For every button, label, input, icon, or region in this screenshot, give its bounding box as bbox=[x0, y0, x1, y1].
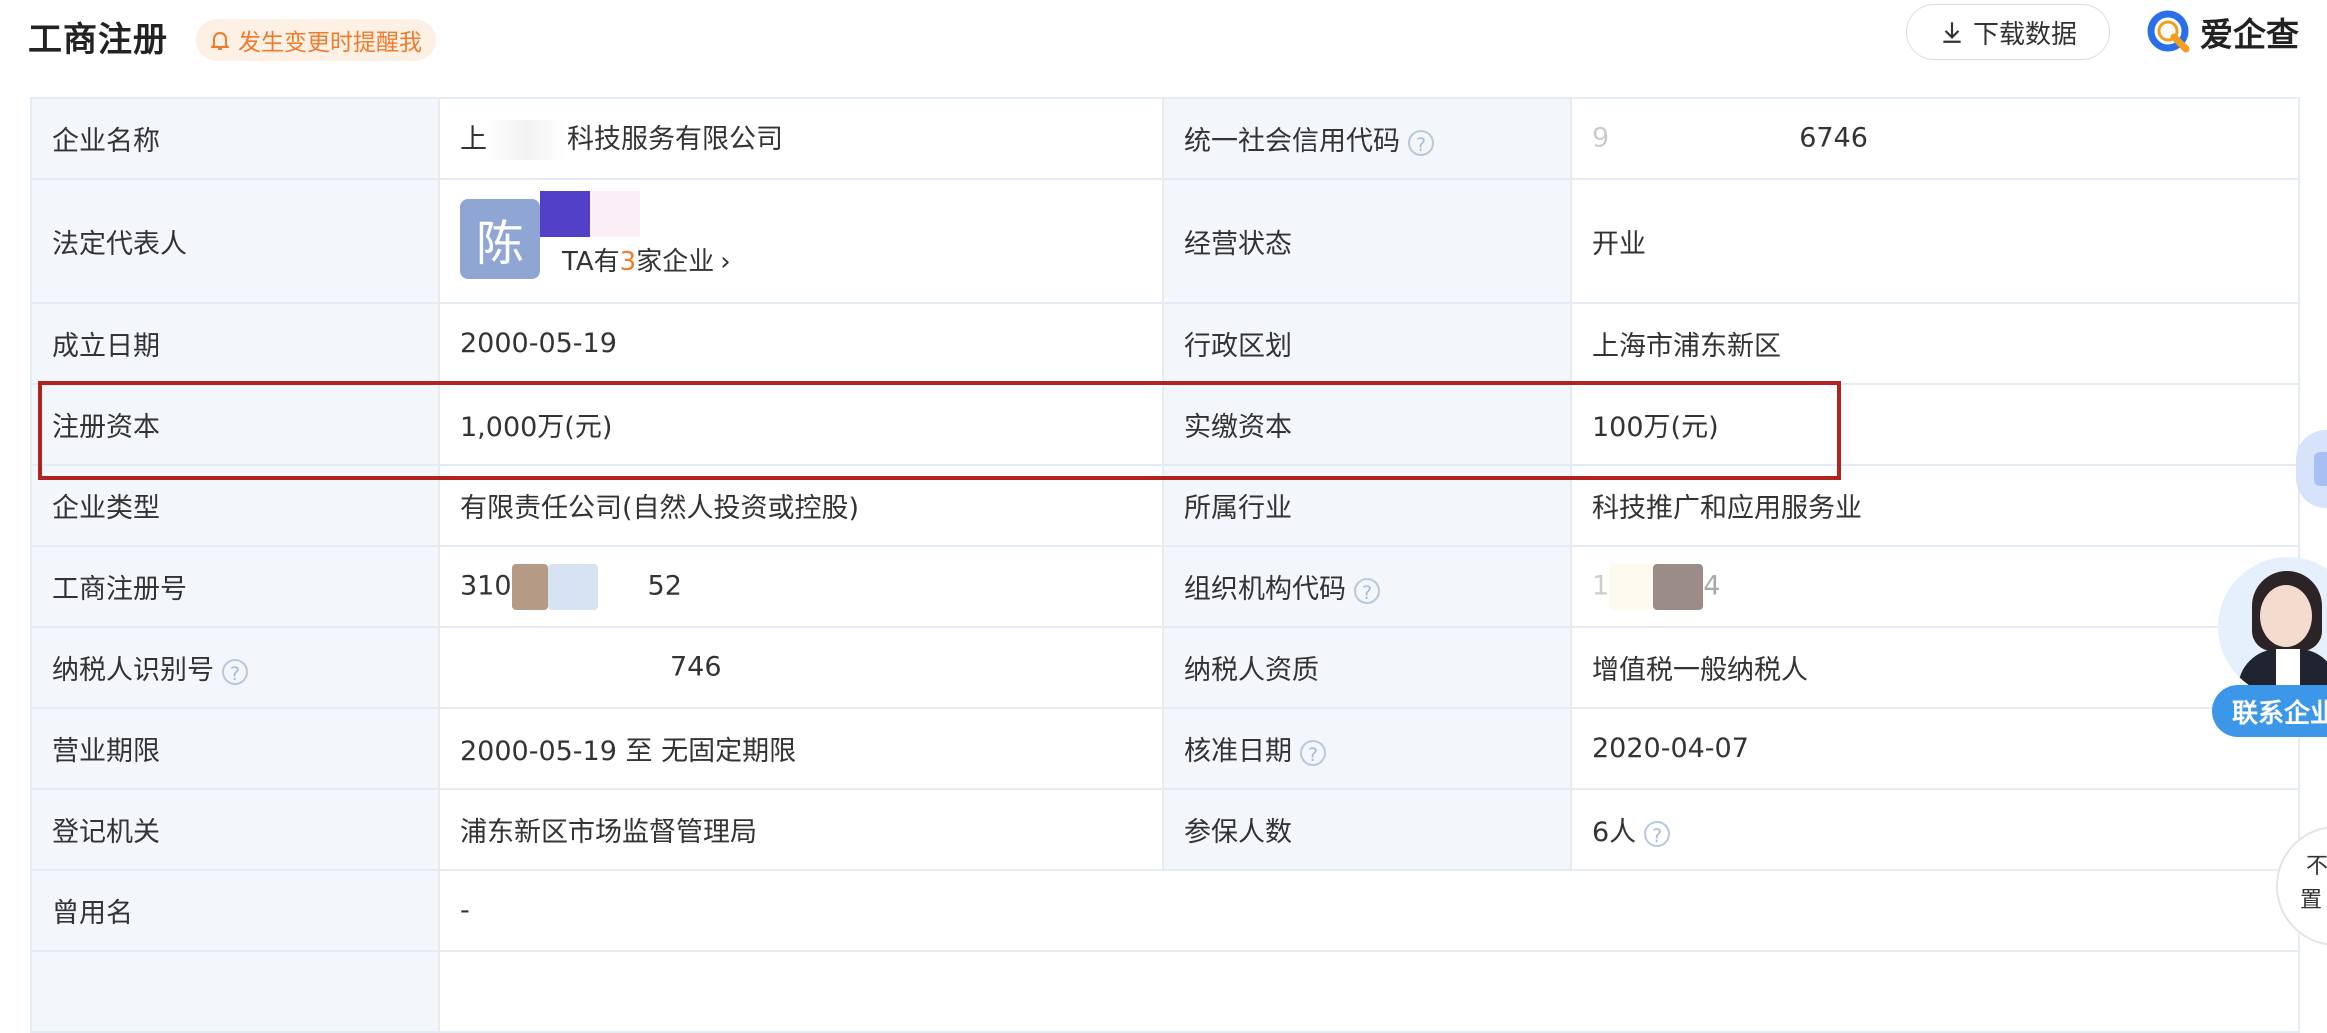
company-name-suffix: 科技服务有限公司 bbox=[567, 123, 783, 155]
approval-date-label-text: 核准日期 bbox=[1184, 736, 1292, 767]
capital-highlight-box bbox=[38, 381, 1841, 480]
help-icon[interactable]: ? bbox=[1354, 577, 1380, 604]
value-insured-count: 6人? bbox=[1570, 788, 2300, 871]
label-registration-number: 工商注册号 bbox=[30, 545, 440, 628]
redacted-text bbox=[547, 563, 598, 610]
aiqicha-logo-icon bbox=[2147, 10, 2190, 53]
company-name-prefix: 上 bbox=[460, 123, 487, 155]
registration-info-table: 企业名称 上 科技服务有限公司 统一社会信用代码? 9 6746 法定代表人 陈 T… bbox=[30, 97, 2300, 1033]
org-code-label-text: 组织机构代码 bbox=[1184, 574, 1346, 605]
value-established-date: 2000-05-19 bbox=[438, 302, 1164, 385]
value-taxpayer-id: 746 bbox=[438, 626, 1164, 709]
download-icon bbox=[1943, 22, 1961, 43]
side-float-icon bbox=[2314, 452, 2327, 486]
value-next-row bbox=[438, 950, 2300, 1033]
value-registration-authority: 浦东新区市场监督管理局 bbox=[438, 788, 1164, 871]
side-float-button[interactable] bbox=[2296, 430, 2327, 508]
reg-number-prefix: 310 bbox=[460, 570, 512, 601]
label-registration-authority: 登记机关 bbox=[30, 788, 440, 871]
rep-count-suffix: 家企业 bbox=[636, 247, 715, 277]
value-former-name: - bbox=[438, 869, 2300, 952]
redacted-name-block bbox=[590, 191, 640, 237]
org-code-suffix: 4 bbox=[1703, 570, 1721, 601]
redacted-text bbox=[597, 563, 648, 610]
download-data-button[interactable]: 下载数据 bbox=[1906, 4, 2110, 60]
insured-count-text: 6人 bbox=[1592, 817, 1637, 848]
change-reminder-button[interactable]: 发生变更时提醒我 bbox=[196, 19, 436, 61]
help-icon[interactable]: ? bbox=[222, 658, 248, 685]
redacted-text bbox=[460, 647, 670, 688]
change-reminder-label: 发生变更时提醒我 bbox=[238, 30, 422, 56]
table-row: 工商注册号 310 52 组织机构代码? 14 bbox=[30, 545, 2300, 628]
side-settings-bottom-text: 置 bbox=[2300, 888, 2323, 913]
value-approval-date: 2020-04-07 bbox=[1570, 707, 2300, 790]
credit-code-prefix: 9 bbox=[1592, 122, 1610, 153]
avatar[interactable]: 陈 bbox=[460, 199, 540, 279]
value-business-status: 开业 bbox=[1570, 178, 2300, 304]
related-companies-link[interactable]: TA有3家企业 › bbox=[562, 241, 731, 278]
table-row: 法定代表人 陈 TA有3家企业 › 经营状态 开业 bbox=[30, 178, 2300, 304]
brand-name: 爱企查 bbox=[2200, 15, 2299, 54]
label-next-row bbox=[30, 950, 440, 1033]
redacted-text bbox=[1653, 563, 1704, 610]
section-header: 工商注册 发生变更时提醒我 下载数据 爱企查 bbox=[0, 0, 2327, 80]
value-legal-rep: 陈 TA有3家企业 › bbox=[438, 178, 1164, 304]
table-row bbox=[30, 950, 2300, 1033]
label-admin-region: 行政区划 bbox=[1162, 302, 1572, 385]
bell-icon bbox=[210, 32, 230, 50]
label-approval-date: 核准日期? bbox=[1162, 707, 1572, 790]
redacted-text bbox=[487, 120, 567, 161]
value-business-term: 2000-05-19 至 无固定期限 bbox=[438, 707, 1164, 790]
label-credit-code: 统一社会信用代码? bbox=[1162, 97, 1572, 180]
value-company-name: 上 科技服务有限公司 bbox=[438, 97, 1164, 180]
contact-company-button[interactable]: 联系企业 bbox=[2212, 685, 2327, 737]
label-business-status: 经营状态 bbox=[1162, 178, 1572, 304]
help-icon[interactable]: ? bbox=[1300, 739, 1326, 766]
label-established-date: 成立日期 bbox=[30, 302, 440, 385]
rep-count-prefix: TA有 bbox=[562, 247, 620, 277]
redacted-text bbox=[1609, 563, 1654, 610]
redacted-text bbox=[1609, 118, 1800, 159]
side-settings-top-text: 不 bbox=[2306, 854, 2327, 879]
value-credit-code: 9 6746 bbox=[1570, 97, 2300, 180]
table-row: 企业名称 上 科技服务有限公司 统一社会信用代码? 9 6746 bbox=[30, 97, 2300, 180]
rep-count-number: 3 bbox=[619, 247, 637, 277]
agent-face bbox=[2260, 585, 2312, 647]
value-org-code: 14 bbox=[1570, 545, 2300, 628]
value-taxpayer-qualification: 增值税一般纳税人 bbox=[1570, 626, 2300, 709]
label-insured-count: 参保人数 bbox=[1162, 788, 1572, 871]
table-row: 登记机关 浦东新区市场监督管理局 参保人数 6人? bbox=[30, 788, 2300, 871]
help-icon[interactable]: ? bbox=[1644, 820, 1671, 847]
taxpayer-id-label-text: 纳税人识别号 bbox=[52, 655, 214, 686]
chevron-right-icon: › bbox=[720, 247, 731, 277]
reg-number-suffix: 52 bbox=[647, 570, 682, 601]
redacted-text bbox=[511, 563, 548, 610]
label-legal-rep: 法定代表人 bbox=[30, 178, 440, 304]
credit-code-suffix: 6746 bbox=[1799, 122, 1868, 153]
brand-logo: 爱企查 bbox=[2144, 6, 2299, 58]
label-taxpayer-id: 纳税人识别号? bbox=[30, 626, 440, 709]
value-registration-number: 310 52 bbox=[438, 545, 1164, 628]
label-company-name: 企业名称 bbox=[30, 97, 440, 180]
download-data-label: 下载数据 bbox=[1972, 19, 2077, 50]
table-row: 纳税人识别号? 746 纳税人资质 增值税一般纳税人 bbox=[30, 626, 2300, 709]
table-row: 成立日期 2000-05-19 行政区划 上海市浦东新区 bbox=[30, 302, 2300, 385]
table-row: 营业期限 2000-05-19 至 无固定期限 核准日期? 2020-04-07 bbox=[30, 707, 2300, 790]
label-org-code: 组织机构代码? bbox=[1162, 545, 1572, 628]
help-icon[interactable]: ? bbox=[1408, 129, 1434, 156]
org-code-prefix: 1 bbox=[1592, 570, 1610, 601]
value-admin-region: 上海市浦东新区 bbox=[1570, 302, 2300, 385]
label-taxpayer-qualification: 纳税人资质 bbox=[1162, 626, 1572, 709]
redacted-name-block bbox=[540, 191, 590, 237]
section-title: 工商注册 bbox=[28, 20, 168, 60]
agent-shirt bbox=[2276, 649, 2300, 689]
taxpayer-id-suffix: 746 bbox=[670, 651, 722, 682]
label-former-name: 曾用名 bbox=[30, 869, 440, 952]
credit-code-label-text: 统一社会信用代码 bbox=[1184, 126, 1400, 157]
label-business-term: 营业期限 bbox=[30, 707, 440, 790]
table-row: 曾用名 - bbox=[30, 869, 2300, 952]
